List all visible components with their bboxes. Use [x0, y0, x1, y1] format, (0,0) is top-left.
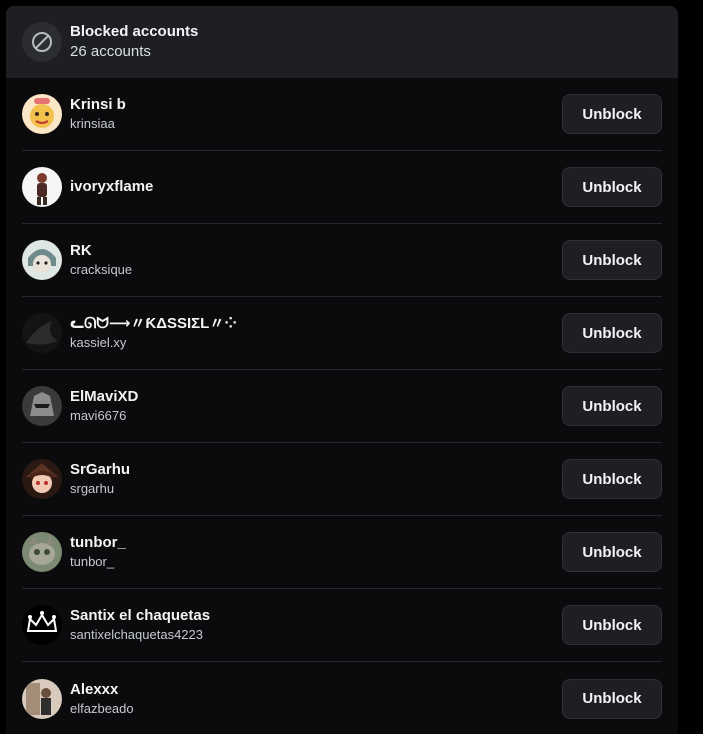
avatar — [22, 459, 62, 499]
unblock-button[interactable]: Unblock — [562, 678, 662, 719]
unblock-button[interactable]: Unblock — [562, 167, 662, 207]
avatar — [22, 313, 62, 353]
username: tunbor_ — [70, 554, 115, 569]
display-name: SrGarhu — [70, 461, 131, 478]
username: kassiel.xy — [70, 335, 127, 350]
account-names: Alexxx elfazbeado — [70, 680, 562, 718]
blocked-accounts-header: Blocked accounts 26 accounts — [6, 6, 678, 78]
username: krinsiaa — [70, 116, 115, 131]
username: santixelchaquetas4223 — [70, 627, 203, 642]
username: elfazbeado — [70, 700, 134, 716]
username: mavi6676 — [70, 408, 127, 423]
display-name: ᓚᘏᗢ⟶〃ƘΔSSIΣL〃⁘ — [70, 315, 237, 332]
blocked-account-row: Alexxx elfazbeado Unblock — [22, 662, 662, 734]
blocked-accounts-list: Krinsi b krinsiaa Unblock ivoryxflame Un… — [6, 78, 678, 734]
unblock-button[interactable]: Unblock — [562, 605, 662, 645]
account-names: Krinsi b krinsiaa — [70, 95, 562, 133]
unblock-button[interactable]: Unblock — [562, 532, 662, 572]
blocked-count: 26 accounts — [70, 43, 151, 60]
blocked-account-row: Santix el chaquetas santixelchaquetas422… — [22, 589, 662, 662]
display-name: RK — [70, 242, 92, 259]
username: cracksique — [70, 262, 133, 277]
unblock-button[interactable]: Unblock — [562, 240, 662, 280]
header-text: Blocked accounts 26 accounts — [70, 22, 198, 62]
blocked-account-row: RK cracksique Unblock — [22, 224, 662, 297]
avatar — [22, 167, 62, 207]
avatar — [22, 94, 62, 134]
account-names: ivoryxflame — [70, 177, 562, 197]
account-names: RK cracksique — [70, 241, 562, 279]
unblock-button[interactable]: Unblock — [562, 313, 662, 353]
blocked-accounts-panel: Blocked accounts 26 accounts Krinsi b kr… — [6, 6, 678, 734]
display-name: Krinsi b — [70, 96, 126, 113]
display-name: ivoryxflame — [70, 178, 154, 195]
blocked-account-row: ivoryxflame Unblock — [22, 151, 662, 224]
avatar — [22, 678, 62, 719]
avatar — [22, 240, 62, 280]
avatar — [22, 386, 62, 426]
account-names: SrGarhu srgarhu — [70, 460, 562, 498]
display-name: Alexxx — [70, 680, 119, 698]
blocked-account-row: ᓚᘏᗢ⟶〃ƘΔSSIΣL〃⁘ kassiel.xy Unblock — [22, 297, 662, 370]
blocked-account-row: Krinsi b krinsiaa Unblock — [22, 78, 662, 151]
header-title: Blocked accounts — [70, 23, 199, 40]
account-names: ElMaviXD mavi6676 — [70, 387, 562, 425]
account-names: ᓚᘏᗢ⟶〃ƘΔSSIΣL〃⁘ kassiel.xy — [70, 314, 562, 352]
account-names: tunbor_ tunbor_ — [70, 533, 562, 571]
avatar — [22, 605, 62, 645]
account-names: Santix el chaquetas santixelchaquetas422… — [70, 606, 562, 644]
display-name: Santix el chaquetas — [70, 607, 211, 624]
username: srgarhu — [70, 481, 115, 496]
blocked-account-row: SrGarhu srgarhu Unblock — [22, 443, 662, 516]
unblock-button[interactable]: Unblock — [562, 94, 662, 134]
blocked-icon — [22, 22, 62, 62]
blocked-account-row: tunbor_ tunbor_ Unblock — [22, 516, 662, 589]
avatar — [22, 532, 62, 572]
blocked-account-row: ElMaviXD mavi6676 Unblock — [22, 370, 662, 443]
display-name: tunbor_ — [70, 534, 126, 551]
unblock-button[interactable]: Unblock — [562, 386, 662, 426]
display-name: ElMaviXD — [70, 388, 139, 405]
unblock-button[interactable]: Unblock — [562, 459, 662, 499]
